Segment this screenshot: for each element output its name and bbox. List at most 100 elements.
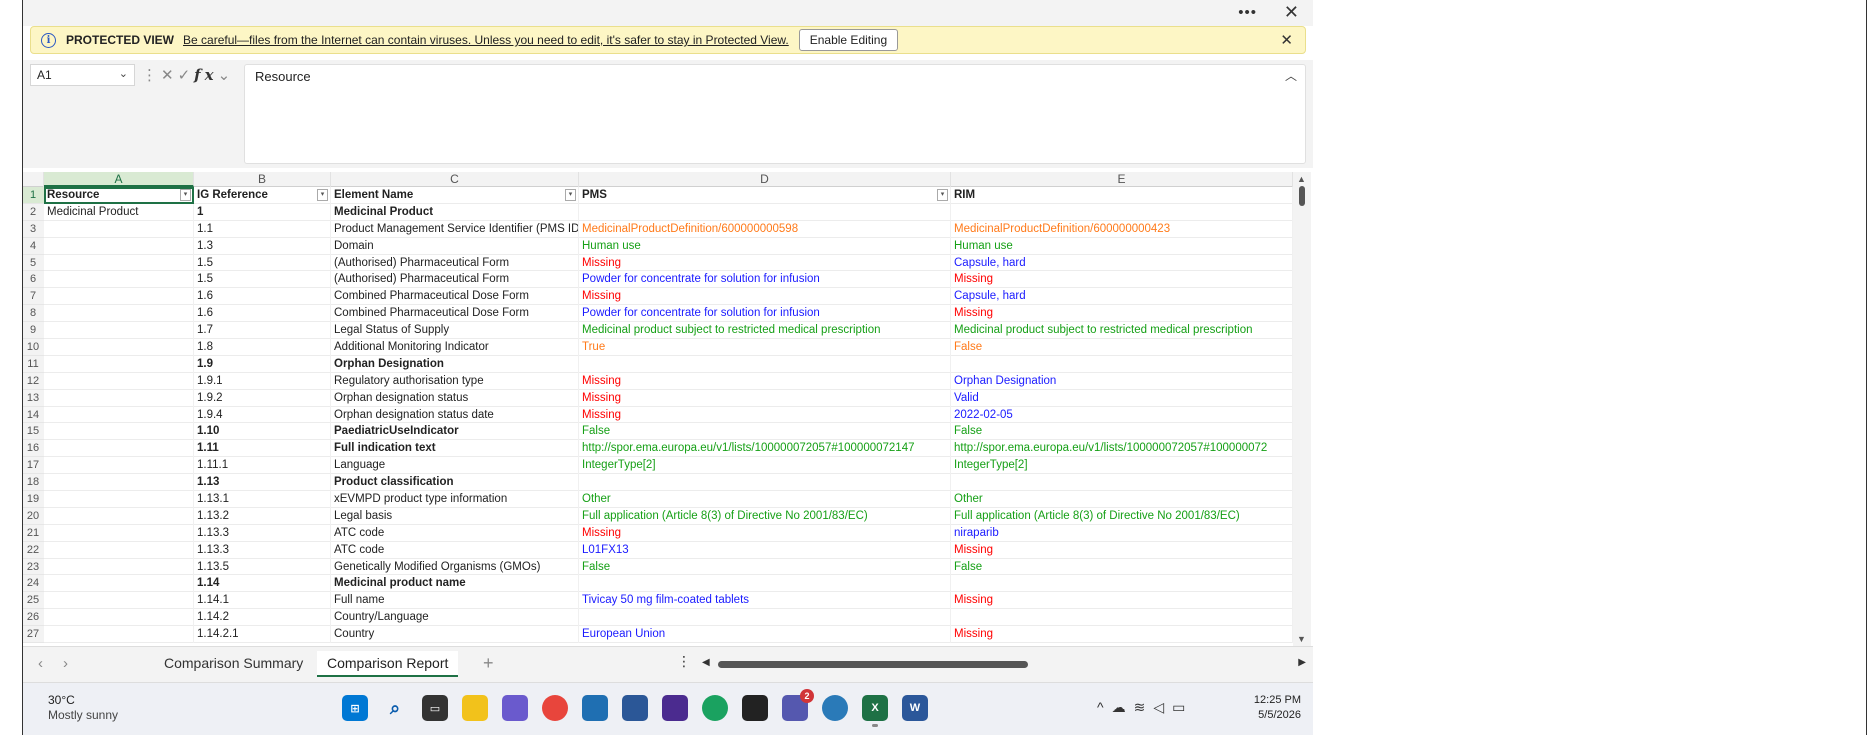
cell-e[interactable]: Missing [951, 305, 1293, 323]
cell-e[interactable]: http://spor.ema.europa.eu/v1/lists/10000… [951, 440, 1293, 458]
m365-icon[interactable] [502, 695, 528, 721]
cell-b[interactable]: 1.9 [194, 355, 331, 373]
check-icon[interactable]: ✓ [178, 67, 195, 84]
row-header[interactable]: 19 [22, 491, 44, 508]
cell-d[interactable]: True [579, 339, 951, 356]
cell-d[interactable]: Tivicay 50 mg film-coated tablets [579, 592, 951, 610]
cell-a[interactable] [44, 575, 194, 593]
cell-d[interactable]: Missing [579, 288, 951, 306]
cell-c[interactable]: Orphan designation status date [331, 406, 579, 424]
cell-b[interactable]: 1.5 [194, 271, 331, 289]
cell-b[interactable]: 1.13 [194, 474, 331, 492]
column-header-a[interactable]: A [44, 172, 194, 187]
cell-c[interactable]: Medicinal Product [331, 203, 579, 221]
system-tray[interactable]: ^☁≋◁▭ [1097, 699, 1193, 716]
row-header[interactable]: 26 [22, 609, 44, 627]
cell-d[interactable] [579, 203, 951, 221]
chevron-down-icon[interactable]: ⌄ [119, 67, 128, 80]
cell-d[interactable]: Powder for concentrate for solution for … [579, 271, 951, 289]
column-header-d[interactable]: D [579, 172, 951, 187]
cell-e[interactable]: RIM [951, 187, 1293, 204]
row-header[interactable]: 25 [22, 592, 44, 610]
cell-b[interactable]: 1.14.1 [194, 592, 331, 610]
cell-a[interactable] [44, 305, 194, 323]
add-sheet-icon[interactable]: + [483, 653, 494, 674]
cell-c[interactable]: Genetically Modified Organisms (GMOs) [331, 558, 579, 576]
cell-d[interactable]: MedicinalProductDefinition/600000000598 [579, 220, 951, 238]
row-header[interactable]: 16 [22, 440, 44, 458]
cell-c[interactable]: ATC code [331, 524, 579, 542]
row-header[interactable]: 22 [22, 541, 44, 559]
cell-c[interactable]: Language [331, 457, 579, 475]
cell-b[interactable]: 1.11.1 [194, 457, 331, 475]
cell-e[interactable]: False [951, 558, 1293, 576]
cell-a[interactable] [44, 626, 194, 644]
enable-editing-button[interactable]: Enable Editing [798, 29, 899, 51]
cell-area[interactable]: Resource ▾ IG Reference ▾ Element Name ▾ PMS ▾ R… [44, 187, 1293, 644]
row-header[interactable]: 10 [22, 339, 44, 356]
cell-a[interactable] [44, 592, 194, 610]
collapse-icon[interactable]: ︿ [1285, 67, 1297, 84]
formula-input[interactable]: Resource ︿ [244, 64, 1306, 164]
cell-a[interactable] [44, 237, 194, 255]
cell-a[interactable] [44, 491, 194, 508]
cell-a[interactable] [44, 220, 194, 238]
row-header[interactable]: 9 [22, 322, 44, 340]
cell-a[interactable] [44, 541, 194, 559]
cell-c[interactable]: Full indication text [331, 440, 579, 458]
more-vertical-icon[interactable]: ⋮ [142, 67, 161, 84]
cell-e[interactable]: False [951, 339, 1293, 356]
cell-e[interactable] [951, 355, 1293, 373]
cell-a[interactable] [44, 474, 194, 492]
cell-d[interactable]: L01FX13 [579, 541, 951, 559]
cell-a[interactable] [44, 524, 194, 542]
cloud-icon[interactable]: ☁ [1112, 699, 1134, 715]
cell-e[interactable]: Full application (Article 8(3) of Direct… [951, 507, 1293, 525]
cell-c[interactable]: Orphan designation status [331, 389, 579, 407]
cell-e[interactable] [951, 575, 1293, 593]
cell-e[interactable]: Missing [951, 592, 1293, 610]
row-header[interactable]: 18 [22, 474, 44, 492]
row-header[interactable]: 12 [22, 372, 44, 390]
scroll-down-icon[interactable]: ▼ [1297, 634, 1306, 644]
cell-e[interactable]: IntegerType[2] [951, 457, 1293, 475]
outlook-icon[interactable] [582, 695, 608, 721]
scroll-left-icon[interactable]: ◀ [702, 657, 710, 668]
cell-c[interactable]: Domain [331, 237, 579, 255]
cell-b[interactable]: 1.14.2.1 [194, 626, 331, 644]
cell-a[interactable] [44, 355, 194, 373]
cell-b[interactable]: 1.3 [194, 237, 331, 255]
cell-e[interactable]: MedicinalProductDefinition/600000000423 [951, 220, 1293, 238]
cell-a[interactable] [44, 389, 194, 407]
cell-a[interactable] [44, 322, 194, 340]
cell-d[interactable]: Missing [579, 524, 951, 542]
search-icon[interactable]: ⌕ [382, 695, 408, 721]
cell-a[interactable] [44, 339, 194, 356]
cell-e[interactable]: Capsule, hard [951, 288, 1293, 306]
wifi-icon[interactable]: ≋ [1134, 699, 1154, 715]
cell-a[interactable] [44, 440, 194, 458]
cell-e[interactable]: niraparib [951, 524, 1293, 542]
cell-b[interactable]: 1.13.3 [194, 541, 331, 559]
cell-e[interactable]: False [951, 423, 1293, 441]
horizontal-scrollbar[interactable]: ◀ ▶ [692, 657, 1306, 671]
row-header[interactable]: 3 [22, 220, 44, 238]
cell-c[interactable]: Element Name [331, 187, 579, 204]
volume-icon[interactable]: ◁ [1153, 699, 1172, 715]
cell-a[interactable] [44, 372, 194, 390]
cell-c[interactable]: Legal basis [331, 507, 579, 525]
cell-d[interactable]: European Union [579, 626, 951, 644]
cell-a[interactable] [44, 254, 194, 272]
cell-d[interactable]: http://spor.ema.europa.eu/v1/lists/10000… [579, 440, 951, 458]
row-header[interactable]: 1 [22, 187, 44, 204]
cell-c[interactable]: Additional Monitoring Indicator [331, 339, 579, 356]
cell-d[interactable] [579, 609, 951, 627]
cell-c[interactable]: Country/Language [331, 609, 579, 627]
cell-d[interactable]: Human use [579, 237, 951, 255]
cell-a[interactable] [44, 609, 194, 627]
cell-e[interactable]: Capsule, hard [951, 254, 1293, 272]
cell-b[interactable]: 1.13.1 [194, 491, 331, 508]
cell-c[interactable]: Medicinal product name [331, 575, 579, 593]
cell-b[interactable]: 1.9.2 [194, 389, 331, 407]
cell-b[interactable]: 1 [194, 203, 331, 221]
